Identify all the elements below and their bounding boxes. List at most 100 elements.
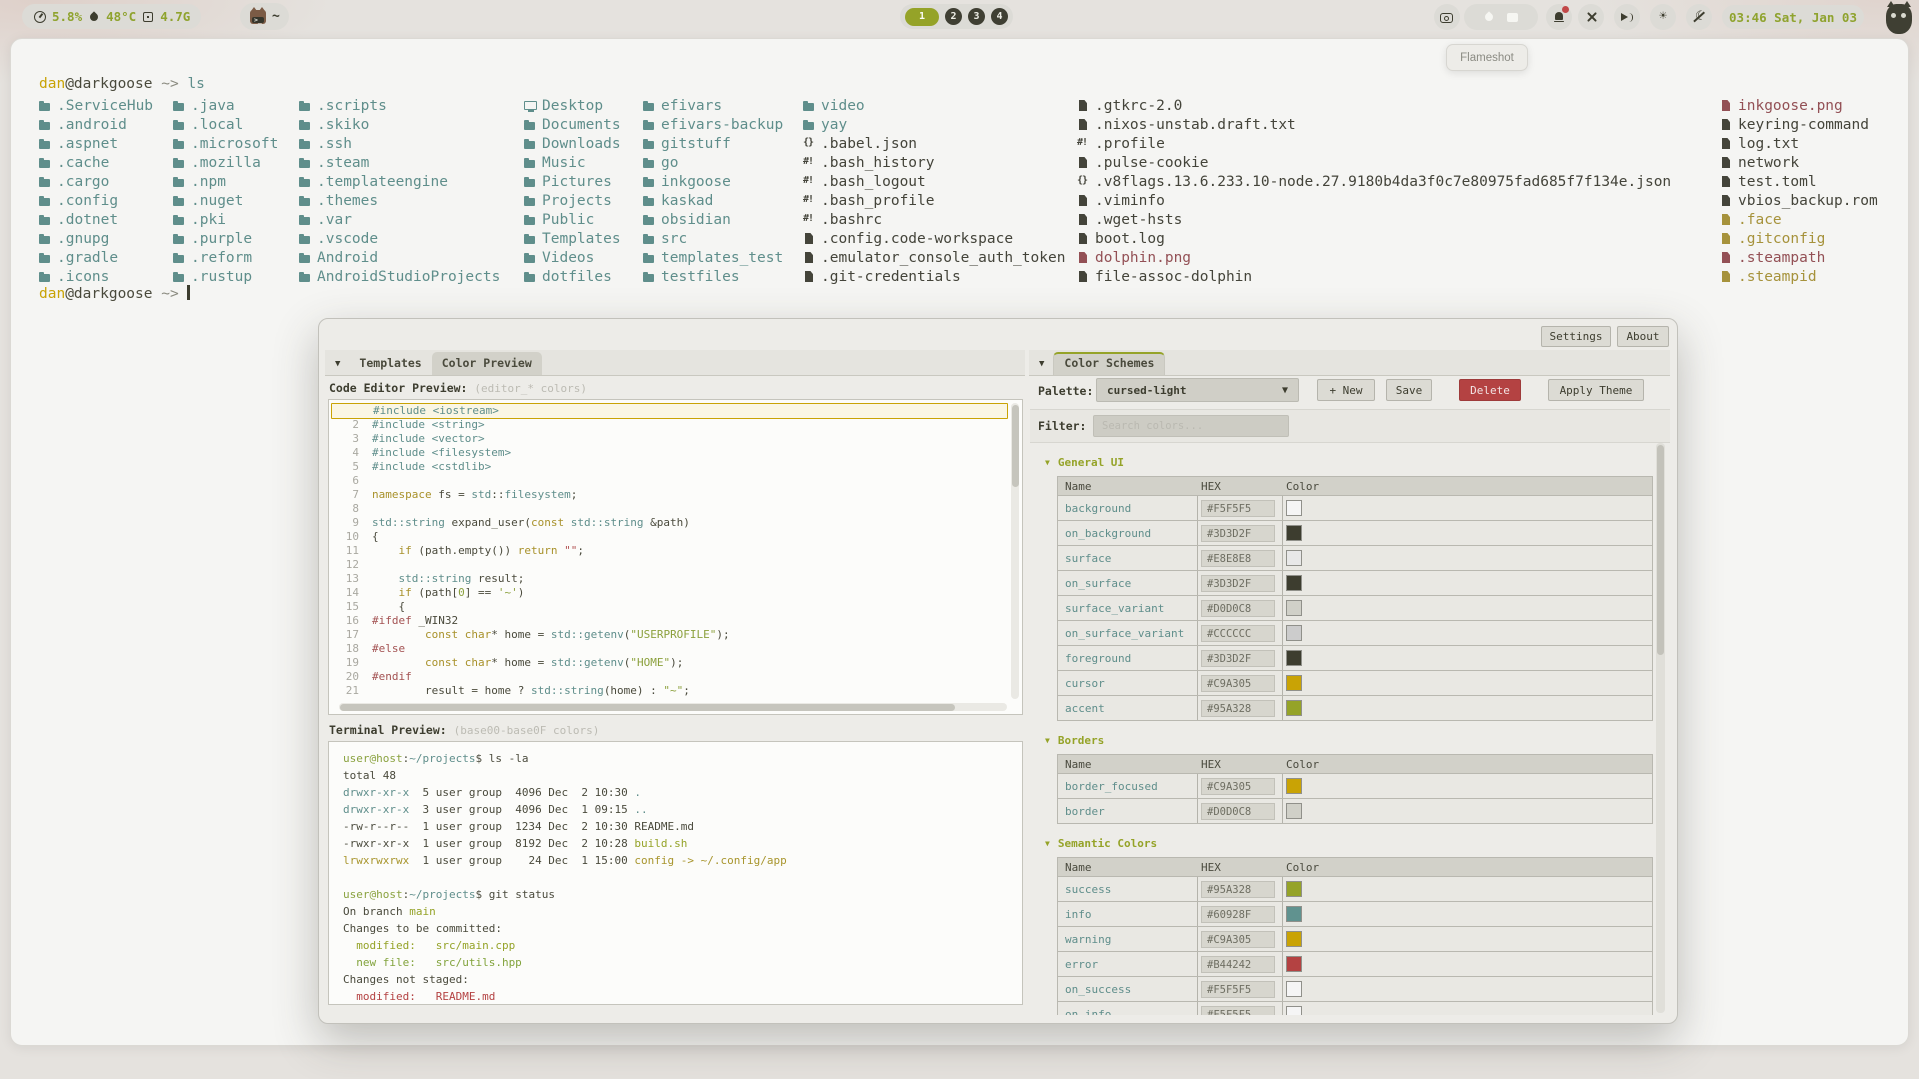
color-swatch[interactable] [1286, 700, 1302, 716]
color-row[interactable]: on_success#F5F5F5 [1058, 976, 1652, 1001]
color-row[interactable]: cursor#C9A305 [1058, 670, 1652, 695]
color-swatch[interactable] [1286, 575, 1302, 591]
color-swatch[interactable] [1286, 675, 1302, 691]
color-swatch[interactable] [1286, 500, 1302, 516]
tray-disabled-group[interactable] [1464, 4, 1538, 30]
hex-value-field[interactable]: #D0D0C8 [1201, 600, 1275, 617]
color-swatch[interactable] [1286, 931, 1302, 947]
file-icon [1077, 251, 1090, 264]
color-row[interactable]: on_surface#3D3D2F [1058, 570, 1652, 595]
hex-value-field[interactable]: #95A328 [1201, 700, 1275, 717]
color-row[interactable]: border_focused#C9A305 [1058, 773, 1652, 798]
color-row[interactable]: success#95A328 [1058, 876, 1652, 901]
scrollbar-thumb[interactable] [1657, 445, 1664, 655]
hex-value-field[interactable]: #CCCCCC [1201, 625, 1275, 642]
prompt-user: dan [39, 76, 65, 92]
save-button[interactable]: Save [1386, 379, 1432, 401]
color-swatch[interactable] [1286, 550, 1302, 566]
color-row[interactable]: surface#E8E8E8 [1058, 545, 1652, 570]
color-swatch[interactable] [1286, 881, 1302, 897]
collapse-arrow-icon[interactable]: ▼ [1045, 736, 1050, 745]
section-header[interactable]: ▼Borders [1045, 731, 1655, 749]
hex-value-field[interactable]: #F5F5F5 [1201, 500, 1275, 517]
hex-value-field[interactable]: #3D3D2F [1201, 525, 1275, 542]
hex-value-field[interactable]: #E8E8E8 [1201, 550, 1275, 567]
color-swatch[interactable] [1286, 625, 1302, 641]
scrollbar-thumb[interactable] [1012, 405, 1019, 487]
about-button[interactable]: About [1617, 326, 1669, 347]
workspace-button-4[interactable]: 4 [991, 8, 1008, 25]
system-stats-widget[interactable]: 5.8% 48°C 4.7G [22, 4, 201, 29]
color-swatch[interactable] [1286, 600, 1302, 616]
workspace-button-3[interactable]: 3 [968, 8, 985, 25]
colors-vertical-scrollbar[interactable] [1656, 443, 1665, 1013]
collapse-arrow-icon[interactable]: ▼ [1045, 839, 1050, 848]
color-swatch[interactable] [1286, 1006, 1302, 1015]
delete-button[interactable]: Delete [1459, 379, 1521, 401]
focused-app-indicator[interactable]: >_ ~ [240, 3, 289, 30]
color-row[interactable]: surface_variant#D0D0C8 [1058, 595, 1652, 620]
color-swatch[interactable] [1286, 525, 1302, 541]
night-light-button[interactable]: ☾ [1686, 4, 1712, 30]
collapse-arrow-icon[interactable]: ▼ [1045, 458, 1050, 467]
color-row[interactable]: info#60928F [1058, 901, 1652, 926]
color-swatch[interactable] [1286, 981, 1302, 997]
tab-templates[interactable]: Templates [349, 352, 431, 375]
color-row[interactable]: on_background#3D3D2F [1058, 520, 1652, 545]
hex-value-field[interactable]: #3D3D2F [1201, 575, 1275, 592]
hex-value-field[interactable]: #C9A305 [1201, 778, 1275, 795]
color-row[interactable]: error#B44242 [1058, 951, 1652, 976]
tab-color-preview[interactable]: Color Preview [432, 352, 542, 375]
workspace-button-2[interactable]: 2 [945, 8, 962, 25]
apply-theme-button[interactable]: Apply Theme [1548, 379, 1644, 401]
code-vertical-scrollbar[interactable] [1011, 403, 1019, 699]
hex-value-field[interactable]: #F5F5F5 [1201, 981, 1275, 998]
tab-color-schemes[interactable]: Color Schemes [1053, 352, 1165, 375]
color-row[interactable]: accent#95A328 [1058, 695, 1652, 720]
prompt-arrow: ~> [153, 76, 188, 92]
volume-button[interactable] [1614, 4, 1640, 30]
hex-value-field[interactable]: #3D3D2F [1201, 650, 1275, 667]
section-header[interactable]: ▼General UI [1045, 453, 1655, 471]
notifications-button[interactable] [1546, 4, 1572, 30]
new-palette-button[interactable]: + New [1317, 379, 1375, 401]
code-horizontal-scrollbar[interactable] [339, 703, 1007, 711]
terminal-token: new file: src/utils.hpp [343, 956, 522, 969]
workspace-button-1[interactable]: 1 [905, 8, 939, 26]
color-row[interactable]: on_info#F5F5F5 [1058, 1001, 1652, 1015]
palette-dropdown[interactable]: cursed-light ▼ [1096, 378, 1299, 402]
hex-value-field[interactable]: #F5F5F5 [1201, 1006, 1275, 1016]
chevron-down-icon[interactable]: ▼ [335, 359, 340, 369]
color-row[interactable]: border#D0D0C8 [1058, 798, 1652, 823]
hex-value-field[interactable]: #95A328 [1201, 881, 1275, 898]
bluetooth-button[interactable] [1578, 4, 1604, 30]
settings-button[interactable]: Settings [1541, 326, 1611, 347]
folder-icon [173, 118, 186, 131]
code-token: { [372, 530, 379, 544]
color-table: NameHEXColorsuccess#95A328info#60928Fwar… [1057, 857, 1653, 1015]
hex-value-field[interactable]: #C9A305 [1201, 931, 1275, 948]
color-swatch[interactable] [1286, 650, 1302, 666]
color-swatch[interactable] [1286, 778, 1302, 794]
filter-search-input[interactable] [1093, 415, 1289, 437]
color-row[interactable]: foreground#3D3D2F [1058, 645, 1652, 670]
hex-value-field[interactable]: #60928F [1201, 906, 1275, 923]
color-swatch[interactable] [1286, 803, 1302, 819]
scrollbar-thumb[interactable] [340, 704, 955, 711]
color-swatch[interactable] [1286, 956, 1302, 972]
screen-record-button[interactable] [1434, 4, 1460, 30]
entry-name: Templates [542, 231, 621, 247]
chevron-down-icon[interactable]: ▼ [1039, 359, 1044, 369]
hex-value-field[interactable]: #C9A305 [1201, 675, 1275, 692]
color-swatch[interactable] [1286, 906, 1302, 922]
hex-value-field[interactable]: #B44242 [1201, 956, 1275, 973]
terminal-token: user@host [343, 888, 403, 901]
brightness-button[interactable]: ☀ [1650, 4, 1676, 30]
hex-value-field[interactable]: #D0D0C8 [1201, 803, 1275, 820]
section-header[interactable]: ▼Semantic Colors [1045, 834, 1655, 852]
color-row[interactable]: on_surface_variant#CCCCCC [1058, 620, 1652, 645]
owl-icon[interactable] [1886, 4, 1912, 34]
clock-widget[interactable]: 03:46 Sat, Jan 03 [1722, 5, 1864, 29]
color-row[interactable]: warning#C9A305 [1058, 926, 1652, 951]
color-row[interactable]: background#F5F5F5 [1058, 495, 1652, 520]
